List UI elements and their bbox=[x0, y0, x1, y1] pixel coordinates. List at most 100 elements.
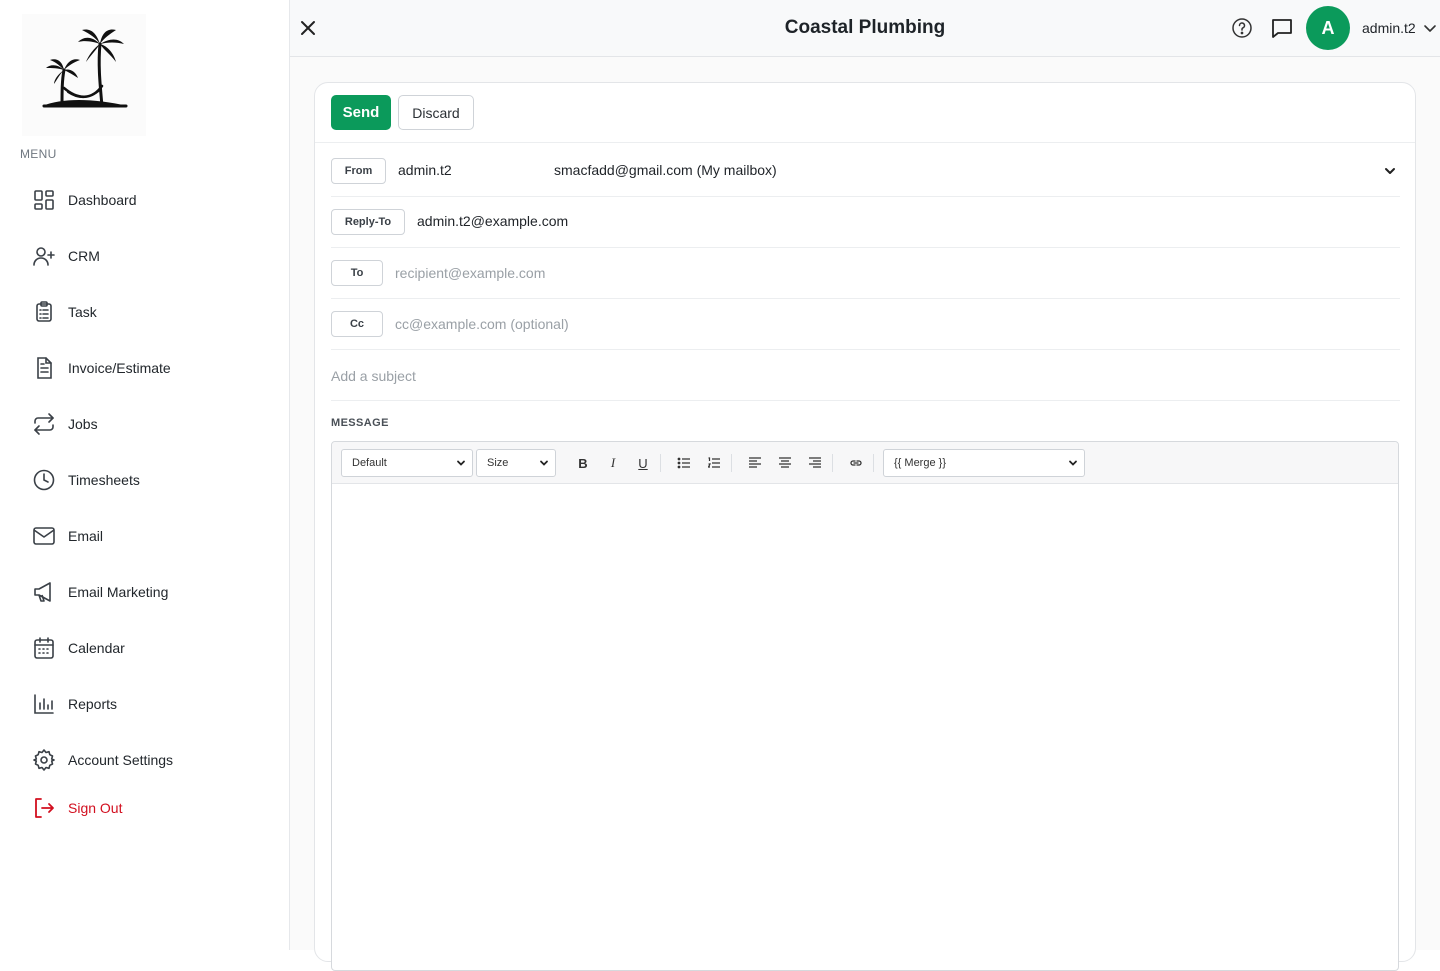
italic-button[interactable]: I bbox=[604, 454, 622, 472]
align-left-icon bbox=[749, 457, 761, 468]
palm-tree-logo-icon bbox=[42, 29, 128, 108]
cc-input[interactable] bbox=[395, 311, 1295, 337]
message-label: MESSAGE bbox=[331, 417, 389, 429]
chevron-down-icon bbox=[457, 460, 465, 466]
insert-link-button[interactable] bbox=[847, 454, 865, 472]
reply-to-row: Reply-To admin.t2@example.com bbox=[331, 197, 1400, 248]
bold-button[interactable]: B bbox=[574, 454, 592, 472]
dashboard-icon bbox=[34, 190, 54, 210]
sidebar-item-task[interactable]: Task bbox=[0, 284, 289, 340]
menu-heading: MENU bbox=[20, 147, 57, 161]
megaphone-icon bbox=[34, 582, 51, 602]
user-plus-icon bbox=[33, 247, 55, 266]
from-mailbox-select[interactable]: smacfadd@gmail.com (My mailbox) bbox=[554, 162, 777, 178]
sidebar-item-invoice-estimate[interactable]: Invoice/Estimate bbox=[0, 340, 289, 396]
sidebar-item-jobs[interactable]: Jobs bbox=[0, 396, 289, 452]
size-select[interactable]: Size bbox=[476, 449, 556, 477]
sidebar-item-calendar[interactable]: Calendar bbox=[0, 620, 289, 676]
from-row: From admin.t2 smacfadd@gmail.com (My mai… bbox=[331, 146, 1400, 197]
bullet-list-icon bbox=[677, 457, 690, 469]
size-select-value: Size bbox=[487, 457, 509, 469]
align-right-icon bbox=[809, 457, 821, 468]
sidebar-item-label: Invoice/Estimate bbox=[68, 360, 171, 376]
to-row: To bbox=[331, 248, 1400, 299]
mail-icon bbox=[33, 527, 55, 545]
chevron-down-icon bbox=[1069, 460, 1077, 466]
underline-button[interactable]: U bbox=[634, 454, 652, 472]
sidebar-item-reports[interactable]: Reports bbox=[0, 676, 289, 732]
cc-tag: Cc bbox=[331, 311, 383, 337]
bar-chart-icon bbox=[34, 694, 54, 714]
main-area: Send Discard From admin.t2 smacfadd@gmai… bbox=[290, 57, 1440, 971]
composer-actions: Send Discard bbox=[315, 83, 1415, 143]
sidebar-item-account-settings[interactable]: Account Settings bbox=[0, 732, 289, 788]
sidebar-item-label: CRM bbox=[68, 248, 100, 264]
to-tag: To bbox=[331, 260, 383, 286]
reply-to-tag: Reply-To bbox=[331, 209, 405, 235]
calendar-icon bbox=[34, 637, 54, 659]
sidebar-item-label: Jobs bbox=[68, 416, 98, 432]
avatar[interactable]: A bbox=[1306, 6, 1350, 50]
sidebar-item-label: Calendar bbox=[68, 640, 125, 656]
sidebar: MENU Dashboard CRM Task Invoice/Estimate… bbox=[0, 0, 290, 950]
sidebar-item-label: Account Settings bbox=[68, 752, 174, 768]
merge-field-select[interactable]: {{ Merge }} bbox=[883, 449, 1085, 477]
repeat-icon bbox=[34, 413, 54, 435]
align-left-button[interactable] bbox=[746, 454, 764, 472]
reply-to-value[interactable]: admin.t2@example.com bbox=[417, 213, 568, 229]
font-select-value: Default bbox=[352, 457, 387, 469]
subject-input[interactable] bbox=[331, 364, 1331, 388]
font-select[interactable]: Default bbox=[341, 449, 473, 477]
sidebar-item-dashboard[interactable]: Dashboard bbox=[0, 172, 289, 228]
sidebar-item-label: Email Marketing bbox=[68, 584, 169, 600]
sidebar-item-email[interactable]: Email bbox=[0, 508, 289, 564]
chevron-down-icon[interactable] bbox=[1383, 164, 1397, 178]
to-input[interactable] bbox=[395, 260, 1295, 286]
sidebar-item-label: Timesheets bbox=[68, 472, 140, 488]
sign-out-label: Sign Out bbox=[68, 800, 123, 816]
app-title: Coastal Plumbing bbox=[784, 17, 946, 38]
merge-field-select-value: {{ Merge }} bbox=[894, 457, 946, 469]
toolbar-divider bbox=[660, 454, 661, 472]
numbered-list-icon bbox=[707, 457, 720, 468]
sidebar-nav: Dashboard CRM Task Invoice/Estimate Jobs… bbox=[0, 172, 289, 828]
editor-toolbar: Default Size B I U {{Merge}} bbox=[332, 442, 1398, 484]
link-icon bbox=[850, 460, 862, 466]
user-menu-name[interactable]: admin.t2 bbox=[1362, 20, 1416, 36]
sidebar-item-label: Dashboard bbox=[68, 192, 137, 208]
discard-button[interactable]: Discard bbox=[398, 95, 474, 130]
toolbar-divider bbox=[832, 454, 833, 472]
sidebar-item-label: Reports bbox=[68, 696, 118, 712]
align-center-icon bbox=[779, 457, 791, 468]
close-icon[interactable] bbox=[296, 16, 320, 40]
sidebar-item-crm[interactable]: CRM bbox=[0, 228, 289, 284]
align-right-button[interactable] bbox=[806, 454, 824, 472]
align-center-button[interactable] bbox=[776, 454, 794, 472]
bullet-list-button[interactable] bbox=[675, 454, 693, 472]
company-logo bbox=[22, 14, 146, 136]
numbered-list-button[interactable] bbox=[705, 454, 723, 472]
sidebar-item-email-marketing[interactable]: Email Marketing bbox=[0, 564, 289, 620]
sign-out-icon bbox=[35, 798, 54, 818]
email-composer: Send Discard From admin.t2 smacfadd@gmai… bbox=[314, 82, 1416, 971]
from-tag: From bbox=[331, 158, 386, 184]
clock-icon bbox=[33, 469, 55, 491]
sign-out-button[interactable]: Sign Out bbox=[0, 788, 289, 828]
cc-row: Cc bbox=[331, 299, 1400, 350]
message-editor: Default Size B I U {{Merge}} bbox=[331, 441, 1399, 971]
sidebar-item-label: Task bbox=[68, 304, 97, 320]
clipboard-icon bbox=[36, 301, 52, 322]
toolbar-divider bbox=[873, 454, 874, 472]
toolbar-divider bbox=[731, 454, 732, 472]
chat-icon[interactable] bbox=[1270, 16, 1294, 40]
chevron-down-icon bbox=[540, 460, 548, 466]
chevron-down-icon[interactable] bbox=[1423, 21, 1437, 35]
send-button[interactable]: Send bbox=[331, 95, 391, 130]
help-icon[interactable] bbox=[1230, 16, 1254, 40]
message-body[interactable] bbox=[332, 484, 1398, 970]
from-name: admin.t2 bbox=[398, 162, 452, 178]
subject-row bbox=[331, 351, 1400, 401]
sidebar-item-timesheets[interactable]: Timesheets bbox=[0, 452, 289, 508]
sidebar-item-label: Email bbox=[68, 528, 104, 544]
top-bar: Coastal Plumbing A admin.t2 bbox=[290, 0, 1440, 57]
